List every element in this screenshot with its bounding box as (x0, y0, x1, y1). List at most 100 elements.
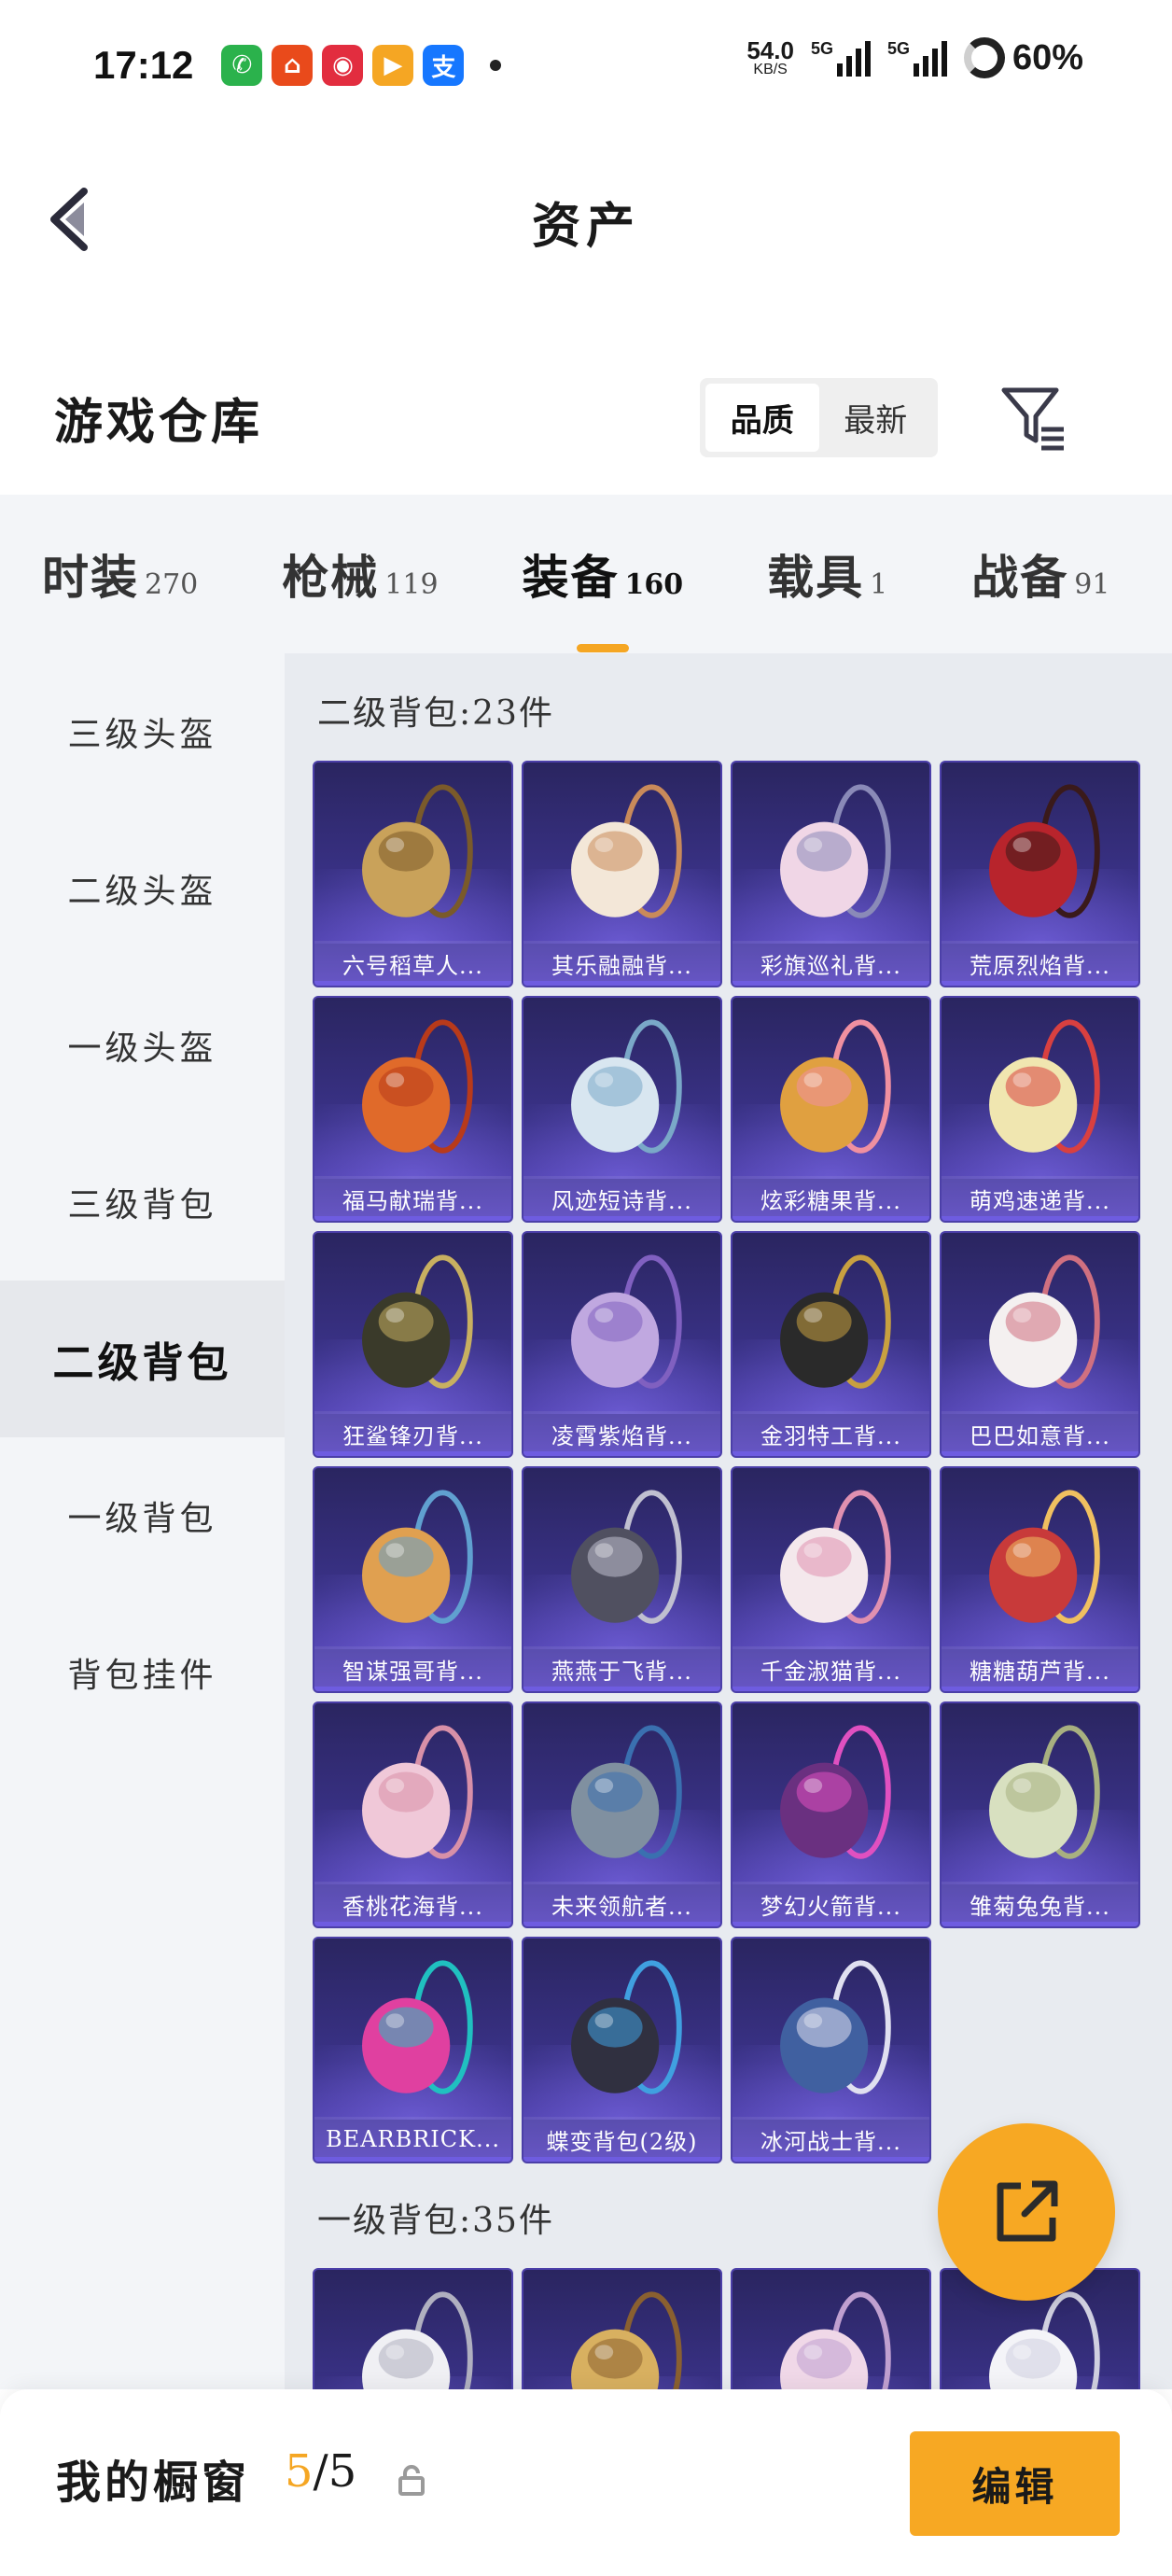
backpack-item-card[interactable]: 千金淑猫背... (731, 1466, 931, 1693)
backpack-thumbnail (780, 1960, 891, 2094)
backpack-thumbnail (989, 1019, 1100, 1154)
tab-battle-supplies[interactable]: 战备 91 (971, 540, 1109, 608)
backpack-item-card[interactable]: 香桃花海背... (313, 1701, 513, 1928)
showcase-bar: 我的橱窗 5/5 编辑 (0, 2389, 1172, 2576)
item-name: 金羽特工背... (732, 1411, 929, 1456)
backpack-thumbnail (362, 1254, 473, 1389)
backpack-thumbnail (571, 1490, 682, 1624)
item-name: 萌鸡速递背... (942, 1176, 1138, 1221)
sidebar-item-backpack-pendant[interactable]: 背包挂件 (0, 1594, 285, 1751)
card-rarity-bar (314, 1922, 511, 1926)
item-name: 其乐融融背... (523, 941, 720, 986)
card-rarity-bar (523, 1922, 720, 1926)
card-rarity-bar (942, 1687, 1138, 1691)
showcase-count: 5/5 (285, 2445, 356, 2498)
backpack-thumbnail (780, 1490, 891, 1624)
tab-count: 91 (1074, 568, 1110, 601)
backpack-thumbnail (989, 1725, 1100, 1859)
backpack-item-card[interactable]: 冰河战士背... (731, 1937, 931, 2163)
card-rarity-bar (942, 1451, 1138, 1456)
showcase-label: 我的橱窗 (56, 2457, 251, 2509)
item-name: 冰河战士背... (732, 2117, 929, 2162)
sort-quality-option[interactable]: 品质 (705, 384, 819, 452)
item-name: 智谋强哥背... (314, 1646, 511, 1691)
backpack-item-card[interactable]: 风迹短诗背... (522, 996, 722, 1223)
network-speed: 54.0 KB/S (746, 38, 794, 77)
card-rarity-bar (523, 1216, 720, 1221)
edit-button[interactable]: 编辑 (910, 2431, 1120, 2536)
battery-level: 60% (1012, 37, 1083, 77)
backpack-item-card[interactable]: 雏菊兔兔背... (940, 1701, 1140, 1928)
sidebar-item-level2-helmet[interactable]: 二级头盔 (0, 810, 285, 967)
active-tab-indicator (576, 644, 629, 652)
backpack-item-card[interactable]: 燕燕于飞背... (522, 1466, 722, 1693)
backpack-item-card[interactable] (731, 2268, 931, 2389)
sidebar-item-level3-helmet[interactable]: 三级头盔 (0, 653, 285, 810)
page-header: 资产 (0, 131, 1172, 308)
card-rarity-bar (732, 1216, 929, 1221)
backpack-item-card[interactable]: 未来领航者... (522, 1701, 722, 1928)
backpack-item-card[interactable]: BEARBRICK... (313, 1937, 513, 2163)
item-name: 风迹短诗背... (523, 1176, 720, 1221)
backpack-item-card[interactable]: 萌鸡速递背... (940, 996, 1140, 1223)
section-title-level1: 一级背包:35件 (317, 2202, 554, 2240)
tab-vehicles[interactable]: 载具 1 (767, 540, 887, 608)
backpack-item-card[interactable]: 凌霄紫焰背... (522, 1231, 722, 1458)
share-button[interactable] (938, 2123, 1115, 2301)
tab-weapons[interactable]: 枪械 119 (282, 540, 438, 608)
card-rarity-bar (523, 1687, 720, 1691)
backpack-item-card[interactable]: 蝶变背包(2级) (522, 1937, 722, 2163)
sidebar-item-level1-backpack[interactable]: 一级背包 (0, 1437, 285, 1594)
backpack-item-card[interactable] (313, 2268, 513, 2389)
showcase-current: 5 (285, 2445, 314, 2498)
wechat-icon: ✆ (221, 45, 263, 86)
card-rarity-bar (314, 1216, 511, 1221)
card-rarity-bar (732, 981, 929, 986)
sidebar-item-level2-backpack[interactable]: 二级背包 (0, 1281, 285, 1437)
card-rarity-bar (314, 1451, 511, 1456)
card-rarity-bar (732, 2157, 929, 2162)
filter-icon (1001, 387, 1064, 451)
backpack-item-card[interactable] (522, 2268, 722, 2389)
card-rarity-bar (314, 1687, 511, 1691)
backpack-item-card[interactable]: 六号稻草人... (313, 761, 513, 987)
backpack-item-card[interactable]: 巴巴如意背... (940, 1231, 1140, 1458)
sidebar-item-level1-helmet[interactable]: 一级头盔 (0, 967, 285, 1124)
backpack-item-card[interactable]: 荒原烈焰背... (940, 761, 1140, 987)
signal-2-icon: 5G (887, 39, 947, 77)
backpack-item-card[interactable]: 梦幻火箭背... (731, 1701, 931, 1928)
backpack-item-card[interactable]: 福马献瑞背... (313, 996, 513, 1223)
backpack-item-card[interactable]: 糖糖葫芦背... (940, 1466, 1140, 1693)
backpack-item-card[interactable]: 金羽特工背... (731, 1231, 931, 1458)
card-rarity-bar (523, 981, 720, 986)
battery-icon (963, 37, 1005, 78)
card-rarity-bar (732, 1451, 929, 1456)
sidebar-item-level3-backpack[interactable]: 三级背包 (0, 1124, 285, 1281)
filter-button[interactable] (998, 383, 1068, 453)
backpack-thumbnail (571, 1254, 682, 1389)
backpack-item-card[interactable]: 狂鲨锋刃背... (313, 1231, 513, 1458)
card-rarity-bar (314, 2157, 511, 2162)
tab-fashion[interactable]: 时装 270 (42, 540, 198, 608)
backpack-item-card[interactable]: 其乐融融背... (522, 761, 722, 987)
tab-label: 枪械 (282, 550, 380, 605)
backpack-item-card[interactable]: 彩旗巡礼背... (731, 761, 931, 987)
share-external-icon (997, 2180, 1058, 2242)
card-rarity-bar (732, 1922, 929, 1926)
item-grid-level2: 六号稻草人... 其乐融融背... 彩旗巡礼背... 荒原烈焰背... 福马献瑞背...… (313, 761, 1140, 2163)
subcategory-sidebar: 三级头盔 二级头盔 一级头盔 三级背包 二级背包 一级背包 背包挂件 (0, 653, 285, 2389)
tab-count: 1 (870, 568, 888, 601)
item-name: 福马献瑞背... (314, 1176, 511, 1221)
backpack-thumbnail (362, 1960, 473, 2094)
backpack-item-card[interactable]: 智谋强哥背... (313, 1466, 513, 1693)
tab-equipment[interactable]: 装备 160 (523, 540, 683, 652)
item-name: 梦幻火箭背... (732, 1882, 929, 1926)
tab-count: 119 (384, 568, 439, 601)
backpack-thumbnail (362, 1490, 473, 1624)
card-rarity-bar (942, 1216, 1138, 1221)
card-rarity-bar (942, 981, 1138, 986)
backpack-thumbnail (989, 784, 1100, 918)
sort-newest-option[interactable]: 最新 (819, 384, 933, 452)
backpack-item-card[interactable]: 炫彩糖果背... (731, 996, 931, 1223)
network-speed-value: 54.0 (746, 36, 794, 64)
